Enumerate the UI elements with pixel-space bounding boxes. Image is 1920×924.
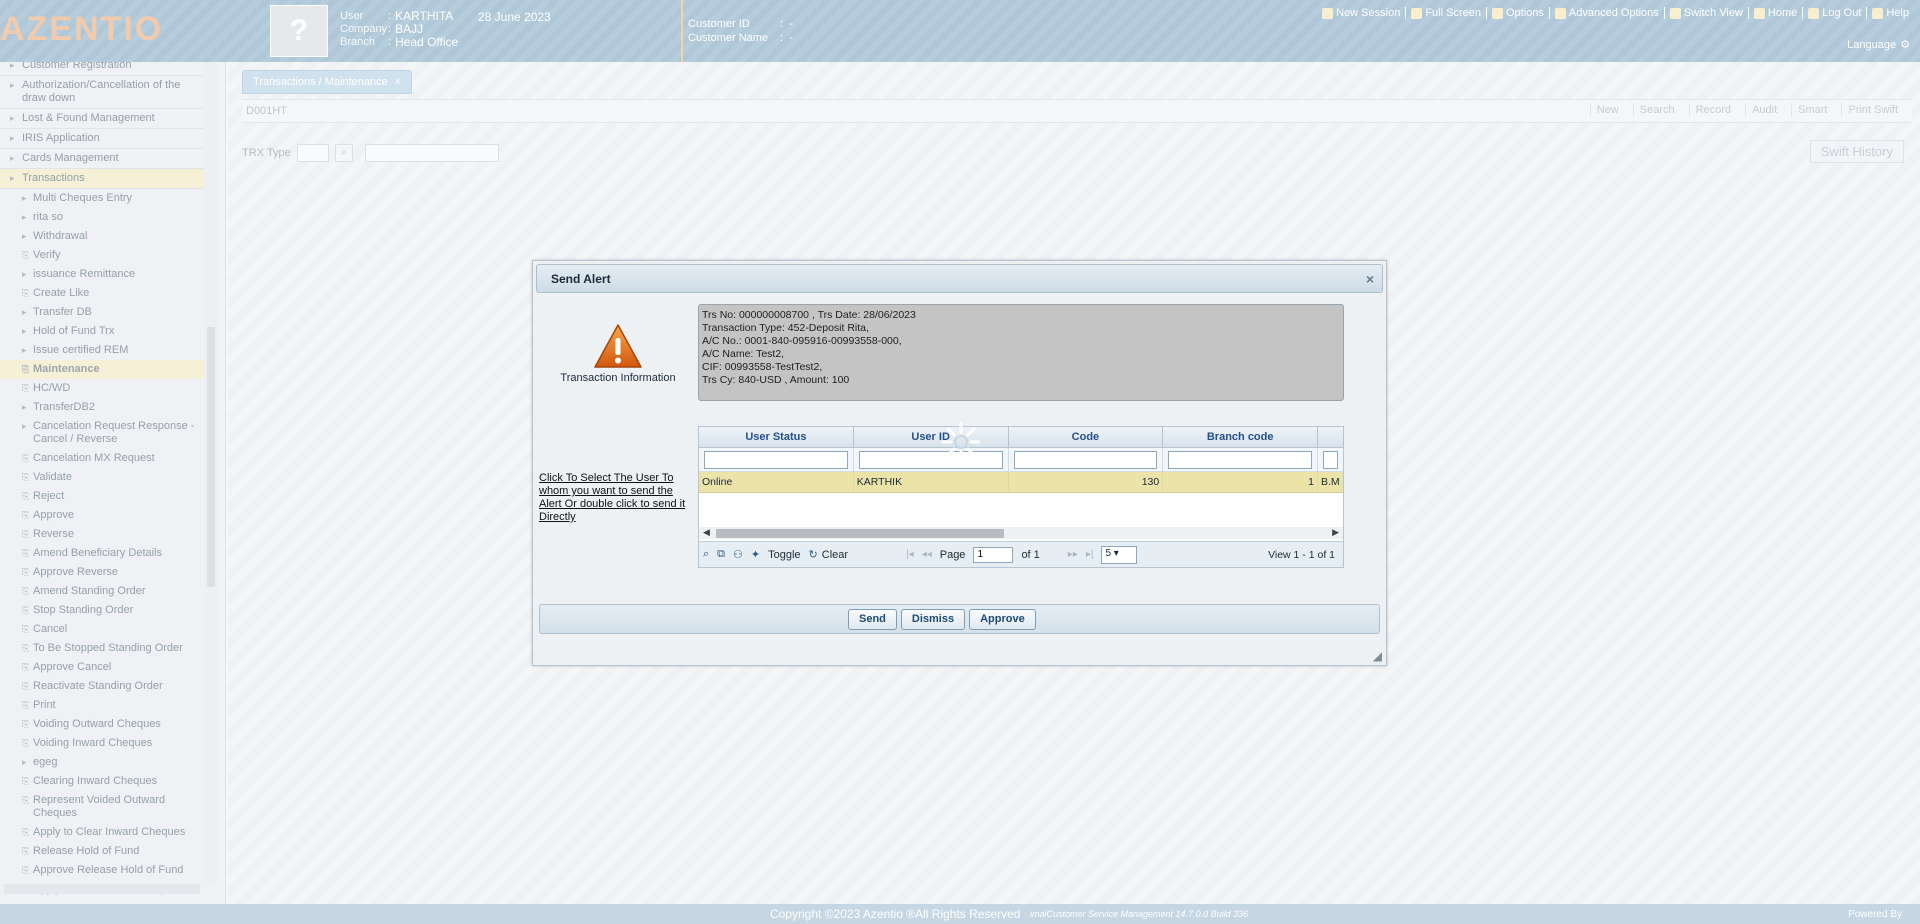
loading-spinner-icon xyxy=(941,422,981,462)
cell-user-status: Online xyxy=(699,472,854,492)
page-label: Page xyxy=(939,548,966,561)
grid-filter-row xyxy=(699,448,1343,472)
first-page-icon[interactable]: |◂ xyxy=(906,549,914,560)
column-header-overflow[interactable] xyxy=(1318,427,1343,447)
filter-code-input[interactable] xyxy=(1013,451,1158,469)
scroll-left-arrow-icon[interactable]: ◀ xyxy=(703,527,710,538)
toggle-button[interactable]: Toggle xyxy=(768,549,800,561)
records-count-text: View 1 - 1 of 1 xyxy=(1268,548,1335,561)
dialog-button-bar: Send Dismiss Approve xyxy=(539,604,1380,634)
cell-branch-code: 1 xyxy=(1163,472,1318,492)
clear-button[interactable]: Clear xyxy=(822,549,848,561)
select-user-hint-link[interactable]: Click To Select The User To whom you wan… xyxy=(539,472,689,524)
page-of-label: of 1 xyxy=(1021,548,1040,561)
user-icon[interactable]: ⚇ xyxy=(733,548,743,561)
rows-per-page-value: 5 xyxy=(1105,547,1112,559)
dialog-actions: Send Dismiss Approve xyxy=(848,609,1036,630)
dismiss-button[interactable]: Dismiss xyxy=(900,609,966,630)
filter-user-status-input[interactable] xyxy=(704,451,848,469)
dialog-title-bar[interactable]: Send Alert × xyxy=(536,264,1383,293)
scroll-right-arrow-icon[interactable]: ▶ xyxy=(1332,527,1339,538)
refresh-grid-icon[interactable]: ⧉ xyxy=(717,548,725,561)
filter-overflow-input[interactable] xyxy=(1323,451,1338,469)
grid-scroll-thumb[interactable] xyxy=(716,529,1004,538)
search-icon[interactable]: ⌕ xyxy=(703,548,709,561)
pin-icon[interactable]: ✦ xyxy=(751,548,760,561)
cell-user-id: KARTHIK xyxy=(854,472,1009,492)
warning-icon xyxy=(594,324,642,368)
column-header-code[interactable]: Code xyxy=(1009,427,1164,447)
column-header-user-id[interactable]: User ID xyxy=(854,427,1009,447)
table-row[interactable]: Online KARTHIK 130 1 B.M xyxy=(699,472,1343,493)
cell-overflow: B.M xyxy=(1321,476,1340,488)
grid-header-row: User Status User ID Code Branch code xyxy=(699,427,1343,448)
resize-handle-icon[interactable]: ◢ xyxy=(1373,649,1382,663)
prev-page-icon[interactable]: ◂◂ xyxy=(922,549,932,560)
page-number-input[interactable] xyxy=(973,546,1014,563)
grid-pager: ⌕ ⧉ ⚇ ✦ Toggle ↻ Clear |◂ ◂◂ Page of 1 ▸… xyxy=(699,541,1343,567)
clear-icon[interactable]: ↻ xyxy=(809,548,818,561)
send-alert-dialog: Send Alert × Transaction Information Trs… xyxy=(532,260,1387,666)
users-grid: User Status User ID Code Branch code Onl… xyxy=(698,426,1344,568)
dialog-close-icon[interactable]: × xyxy=(1366,271,1374,287)
send-button[interactable]: Send xyxy=(848,609,897,630)
last-page-icon[interactable]: ▸| xyxy=(1086,549,1094,560)
transaction-details-textarea[interactable]: Trs No: 000000008700 , Trs Date: 28/06/2… xyxy=(698,304,1344,401)
approve-button[interactable]: Approve xyxy=(969,609,1036,630)
column-header-branch-code[interactable]: Branch code xyxy=(1163,427,1319,447)
dialog-title: Send Alert xyxy=(551,272,611,286)
rows-per-page-select[interactable]: 5 ▾ xyxy=(1101,545,1138,564)
filter-branch-code-input[interactable] xyxy=(1168,451,1312,469)
column-header-user-status[interactable]: User Status xyxy=(699,427,854,447)
next-page-icon[interactable]: ▸▸ xyxy=(1068,549,1078,560)
transaction-information-label: Transaction Information xyxy=(560,372,676,384)
cell-code: 130 xyxy=(1009,472,1164,492)
grid-horizontal-scrollbar[interactable]: ◀ ▶ xyxy=(699,527,1343,539)
